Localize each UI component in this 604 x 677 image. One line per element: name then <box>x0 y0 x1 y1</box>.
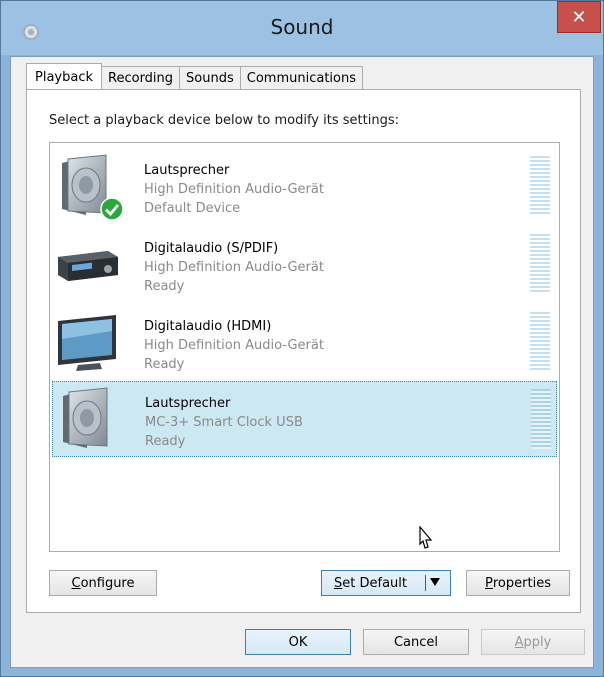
audio-receiver-icon <box>58 251 118 281</box>
volume-meter <box>530 156 550 216</box>
device-driver: High Definition Audio-Gerät <box>144 260 324 275</box>
properties-button[interactable]: Properties <box>466 570 570 596</box>
tab-playback[interactable]: Playback <box>26 63 103 90</box>
monitor-icon <box>58 315 116 371</box>
device-list[interactable]: Lautsprecher High Definition Audio-Gerät… <box>49 142 560 552</box>
device-driver: High Definition Audio-Gerät <box>144 338 324 353</box>
list-item[interactable]: Lautsprecher High Definition Audio-Gerät… <box>52 149 557 223</box>
volume-meter <box>531 389 551 449</box>
dropdown-arrow-icon[interactable] <box>430 578 440 586</box>
title-bar[interactable]: Sound ✕ <box>1 1 603 55</box>
cancel-button[interactable]: Cancel <box>363 629 469 655</box>
default-check-icon <box>100 197 124 221</box>
device-status: Default Device <box>144 201 241 216</box>
split-separator <box>425 575 426 591</box>
properties-mnemonic: P <box>485 575 493 591</box>
playback-panel: Select a playback device below to modify… <box>26 89 581 613</box>
ok-button[interactable]: OK <box>245 629 351 655</box>
tab-recording[interactable]: Recording <box>101 66 181 89</box>
properties-label: roperties <box>492 575 551 591</box>
device-status: Ready <box>145 434 186 449</box>
tab-communications[interactable]: Communications <box>239 66 364 89</box>
tab-sounds[interactable]: Sounds <box>179 66 241 89</box>
tab-strip: Playback Recording Sounds Communications <box>26 63 364 90</box>
volume-meter <box>530 234 550 294</box>
configure-mnemonic: C <box>71 575 81 591</box>
list-item[interactable]: Digitalaudio (S/PDIF) High Definition Au… <box>52 227 557 301</box>
window-title: Sound <box>270 15 334 39</box>
speaker-icon <box>63 387 108 448</box>
set-default-mnemonic: S <box>334 575 343 591</box>
device-name: Lautsprecher <box>145 396 231 411</box>
apply-mnemonic: A <box>514 634 524 650</box>
device-status: Ready <box>144 357 185 372</box>
configure-button[interactable]: Configure <box>49 570 157 596</box>
mouse-pointer-icon <box>419 526 433 549</box>
set-default-label: et Default <box>342 575 407 591</box>
close-button[interactable]: ✕ <box>557 1 601 33</box>
list-item[interactable]: Digitalaudio (HDMI) High Definition Audi… <box>52 305 557 379</box>
configure-label: onfigure <box>80 575 135 591</box>
close-icon: ✕ <box>571 6 587 28</box>
volume-meter <box>530 312 550 372</box>
list-item-selected[interactable]: Lautsprecher MC-3+ Smart Clock USB Ready <box>52 381 557 457</box>
apply-button[interactable]: Apply <box>481 629 585 655</box>
device-status: Ready <box>144 279 185 294</box>
device-driver: MC-3+ Smart Clock USB <box>145 415 303 430</box>
device-name: Lautsprecher <box>144 163 230 178</box>
sound-dialog: Sound ✕ Playback Recording Sounds Commun… <box>0 0 604 677</box>
device-driver: High Definition Audio-Gerät <box>144 182 324 197</box>
dialog-client: Playback Recording Sounds Communications… <box>10 56 594 668</box>
device-name: Digitalaudio (HDMI) <box>144 319 272 334</box>
device-name: Digitalaudio (S/PDIF) <box>144 241 279 256</box>
instruction-text: Select a playback device below to modify… <box>49 113 399 128</box>
apply-label: pply <box>523 634 552 650</box>
set-default-split-button[interactable]: Set Default <box>321 570 451 596</box>
